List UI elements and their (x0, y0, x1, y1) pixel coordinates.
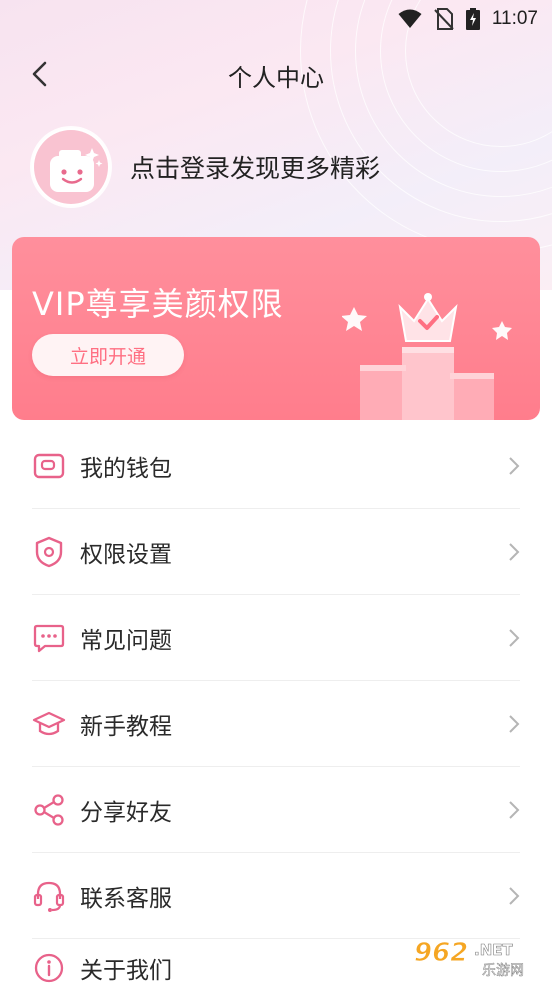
status-bar: 11:07 (0, 0, 552, 38)
menu-item-tutorial[interactable]: 新手教程 (32, 681, 520, 767)
chat-bubble-icon (32, 621, 66, 655)
no-sim-icon (434, 8, 454, 30)
chevron-right-icon (509, 456, 520, 475)
wallet-icon (32, 449, 66, 483)
graduation-cap-icon (32, 707, 66, 741)
menu-item-label: 新手教程 (80, 713, 172, 740)
login-prompt-area[interactable]: 点击登录发现更多精彩 (32, 127, 380, 207)
svg-text:962: 962 (414, 938, 468, 968)
default-avatar-icon (34, 130, 108, 204)
chevron-right-icon (509, 714, 520, 733)
chevron-right-icon (509, 800, 520, 819)
chevron-right-icon (509, 542, 520, 561)
wifi-icon (398, 9, 422, 28)
battery-charging-icon (465, 8, 480, 30)
vip-banner[interactable]: VIP尊享美颜权限 立即开通 (12, 237, 540, 420)
chevron-right-icon (509, 886, 520, 905)
menu-item-faq[interactable]: 常见问题 (32, 595, 520, 681)
site-watermark-logo: 962 .NET 乐游网 (414, 938, 525, 980)
menu-item-permissions[interactable]: 权限设置 (32, 509, 520, 595)
menu-item-share[interactable]: 分享好友 (32, 767, 520, 853)
menu-item-contact-support[interactable]: 联系客服 (32, 853, 520, 939)
menu-item-label: 常见问题 (80, 627, 172, 654)
settings-menu: 我的钱包 权限设置 常见问题 新手教程 分享好友 联系客服 关于我们 (0, 423, 552, 999)
menu-item-label: 我的钱包 (80, 455, 172, 482)
avatar[interactable] (32, 128, 110, 206)
status-time: 11:07 (491, 8, 538, 29)
login-prompt-text[interactable]: 点击登录发现更多精彩 (130, 149, 380, 185)
shield-icon (32, 535, 66, 569)
page-title: 个人中心 (228, 64, 324, 92)
menu-item-label: 权限设置 (80, 541, 172, 568)
menu-item-label: 联系客服 (80, 885, 172, 912)
share-icon (32, 793, 66, 827)
headset-icon (32, 879, 66, 913)
crown-podium-illustration (342, 293, 512, 420)
menu-item-wallet[interactable]: 我的钱包 (32, 423, 520, 509)
activate-vip-button[interactable]: 立即开通 (32, 334, 184, 376)
svg-text:.NET: .NET (474, 941, 513, 959)
vip-title: VIP尊享美颜权限 (32, 285, 284, 323)
chevron-right-icon (509, 628, 520, 647)
menu-item-label: 关于我们 (80, 958, 172, 984)
info-icon (32, 951, 66, 985)
navigation-bar: 个人中心 (0, 50, 552, 98)
menu-item-label: 分享好友 (80, 799, 172, 826)
svg-text:乐游网: 乐游网 (482, 963, 524, 979)
